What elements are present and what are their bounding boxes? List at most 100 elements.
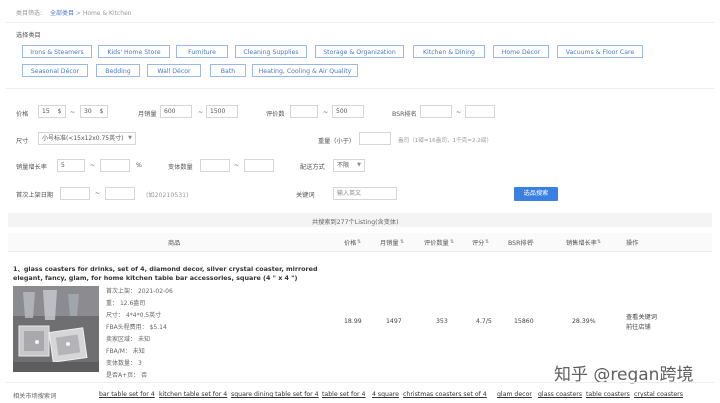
price-max-input[interactable]: 30 $ — [80, 105, 108, 118]
product-index: 1、 — [13, 265, 24, 273]
bsr-min-input[interactable] — [420, 105, 452, 118]
product-image[interactable] — [13, 286, 99, 372]
breadcrumb-current: Home & Kitchen — [82, 10, 132, 17]
column-header-rating[interactable]: 评分 — [472, 238, 484, 247]
category-kitchen-dining[interactable]: Kitchen & Dining — [413, 45, 485, 58]
category-kids-home-store[interactable]: Kids' Home Store — [98, 45, 170, 58]
price-max-value: 30 — [84, 108, 92, 115]
first-listed-to-input[interactable] — [105, 187, 135, 200]
go-to-store-link[interactable]: 前往店铺 — [626, 322, 651, 331]
category-section-title: 选择类目 — [16, 32, 41, 39]
category-bath[interactable]: Bath — [210, 64, 246, 77]
detail-dimensions: 尺寸： 4*4*0.5英寸 — [106, 310, 161, 319]
sort-icon[interactable]: ⇅ — [400, 239, 404, 245]
monthly-sales-min-input[interactable]: 600 — [160, 105, 192, 118]
first-listed-label: 首次上架日期 — [16, 192, 54, 199]
variants-dash: ~ — [234, 162, 240, 169]
detail-value: 未知 — [137, 336, 150, 343]
column-header-reviews[interactable]: 评价数量 — [424, 238, 449, 247]
category-bedding[interactable]: Bedding — [96, 64, 140, 77]
sales-growth-label: 销量增长率 — [16, 164, 47, 171]
related-keyword[interactable]: christmas coasters set of 4 — [403, 391, 487, 398]
bsr-max-input[interactable] — [465, 105, 495, 118]
category-vacuums-floor-care[interactable]: Vacuums & Floor Care — [557, 45, 643, 58]
detail-fba-m: FBA/M： 未知 — [106, 346, 145, 355]
reviews-min-input[interactable] — [290, 105, 318, 118]
related-keyword[interactable]: square dining table set for 4 — [231, 391, 319, 398]
sort-icon[interactable]: ⇅ — [485, 239, 489, 245]
detail-label: FBA头程费用： — [106, 324, 148, 331]
fulfillment-select[interactable]: 不限 ▼ — [333, 159, 365, 172]
first-listed-from-input[interactable] — [60, 187, 90, 200]
monthly-sales-dash: ~ — [198, 109, 204, 116]
category-irons-steamers[interactable]: Irons & Steamers — [22, 45, 92, 58]
category-cleaning-supplies[interactable]: Cleaning Supplies — [235, 45, 307, 58]
detail-value: 否 — [141, 372, 148, 379]
breadcrumb: 类目筛选: 全部类目 > Home & Kitchen — [16, 8, 132, 17]
related-keyword[interactable]: crystal coasters — [634, 391, 683, 398]
category-heating-cooling-air-quality[interactable]: Heating, Cooling & Air Quality — [252, 64, 358, 77]
detail-value: 3 — [137, 360, 142, 367]
column-header-product: 商品 — [168, 240, 181, 247]
weight-label: 重量（小于） — [318, 138, 356, 145]
reviews-max-input[interactable]: 500 — [332, 105, 364, 118]
weight-input[interactable] — [359, 132, 391, 145]
cell-rating: 4.7/5 — [476, 318, 492, 325]
sort-icon[interactable]: ⇅ — [357, 239, 361, 245]
related-keyword[interactable]: table set for 4 — [322, 391, 365, 398]
reviews-dash: ~ — [323, 109, 329, 116]
category-home-decor[interactable]: Home Décor — [493, 45, 549, 58]
sort-icon[interactable]: ⇅ — [597, 239, 601, 245]
detail-value: 未知 — [132, 348, 145, 355]
variants-max-input[interactable] — [244, 159, 274, 172]
size-selected-value: 小号标准(<15x12x0.75英寸) — [42, 135, 124, 142]
column-header-monthly-sales[interactable]: 月销量 — [380, 238, 399, 247]
monthly-sales-max-input[interactable]: 1500 — [206, 105, 238, 118]
chevron-down-icon: ▼ — [357, 162, 361, 168]
related-keyword[interactable]: bar table set for 4 — [99, 391, 155, 398]
column-header-action: 操作 — [626, 240, 639, 247]
first-listed-hint: (如20210531) — [146, 192, 189, 199]
chevron-down-icon: ▼ — [128, 135, 132, 141]
sort-icon[interactable]: ⇅ — [530, 239, 534, 245]
results-summary: 共搜索到277个Listing(含变体) — [312, 219, 399, 226]
size-select[interactable]: 小号标准(<15x12x0.75英寸) ▼ — [38, 132, 136, 145]
sort-icon[interactable]: ⇅ — [450, 239, 454, 245]
view-keywords-link[interactable]: 查看关键词 — [626, 312, 657, 321]
detail-label: 变体数量： — [106, 360, 137, 367]
cell-monthly-sales: 1497 — [386, 318, 402, 325]
cell-reviews: 353 — [436, 318, 448, 325]
category-wall-decor[interactable]: Wall Décor — [147, 64, 201, 77]
related-keyword[interactable]: table coasters — [586, 391, 630, 398]
detail-label: 重： — [106, 300, 119, 307]
related-keyword[interactable]: 4 square — [372, 391, 399, 398]
detail-a-plus: 是否A+页： 否 — [106, 370, 147, 379]
search-button[interactable]: 选品搜索 — [514, 187, 558, 201]
keyword-input[interactable]: 输入英文 — [333, 187, 397, 200]
related-keywords-label: 相关市场搜索词 — [13, 393, 57, 400]
breadcrumb-all-link[interactable]: 全部类目 — [50, 10, 74, 17]
fulfillment-selected-value: 不限 — [337, 162, 350, 169]
column-header-growth[interactable]: 销售增长率 — [566, 238, 597, 247]
sales-growth-min-input[interactable]: 5 — [57, 159, 85, 172]
product-title[interactable]: 1、glass coasters for drinks, set of 4, d… — [13, 265, 335, 283]
column-header-price[interactable]: 价格 — [344, 238, 356, 247]
category-seasonal-decor[interactable]: Seasonal Décor — [22, 64, 88, 77]
price-min-input[interactable]: 15 $ — [38, 105, 66, 118]
variants-min-input[interactable] — [200, 159, 230, 172]
detail-label: 是否A+页： — [106, 372, 140, 379]
cell-price: 18.99 — [344, 318, 362, 325]
bsr-dash: ~ — [456, 109, 462, 116]
detail-value: 4*4*0.5英寸 — [125, 312, 162, 319]
price-dash: ~ — [70, 109, 76, 116]
sales-growth-max-input[interactable] — [100, 159, 130, 172]
related-keyword[interactable]: kitchen table set for 4 — [159, 391, 227, 398]
category-furniture[interactable]: Furniture — [176, 45, 228, 58]
related-keyword[interactable]: glam decor — [497, 391, 532, 398]
category-storage-organization[interactable]: Storage & Organization — [315, 45, 404, 58]
divider — [6, 88, 714, 89]
price-min-value: 15 — [42, 108, 50, 115]
related-keyword[interactable]: glass coasters — [538, 391, 582, 398]
keyword-label: 关键词 — [296, 192, 315, 199]
cell-growth: 28.39% — [572, 318, 596, 325]
